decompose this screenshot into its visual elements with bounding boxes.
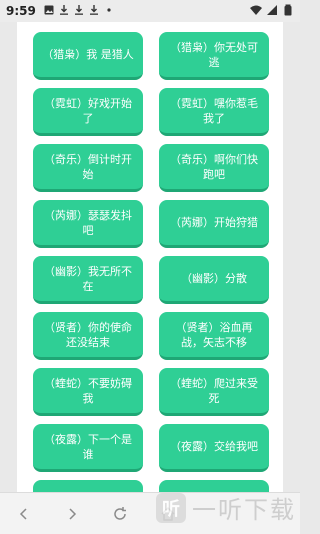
forward-icon[interactable] [48,493,96,534]
status-time: 9:59 [6,4,36,18]
voice-button-grid: （猎枭）我 是猎人 （猎枭）你无处可逃 （霓虹）好戏开始了 （霓虹）嘿你惹毛我了… [33,32,269,492]
download-icon [89,4,99,18]
voice-button[interactable]: （贤者）你的使命还没结束 [33,312,143,360]
voice-button[interactable]: （奇乐）倒计时开始 [33,144,143,192]
back-icon[interactable] [0,493,48,534]
voice-button[interactable]: （夜露）下一个是谁 [33,424,143,472]
voice-button[interactable]: （幽影）分散 [159,256,269,304]
voice-button[interactable]: （蝰蛇）爬过来受死 [159,368,269,416]
download-icon [59,4,69,18]
voice-button[interactable] [33,480,143,492]
status-bar: 9:59 [0,0,300,22]
content-page: （猎枭）我 是猎人 （猎枭）你无处可逃 （霓虹）好戏开始了 （霓虹）嘿你惹毛我了… [17,22,283,492]
watermark: 听 一听下载 [156,490,296,525]
voice-button[interactable]: （猎枭）我 是猎人 [33,32,143,80]
voice-button[interactable]: （蝰蛇）不要妨碍我 [33,368,143,416]
voice-button[interactable]: （猎枭）你无处可逃 [159,32,269,80]
voice-button[interactable]: （芮娜）瑟瑟发抖吧 [33,200,143,248]
voice-button[interactable]: （夜露）交给我吧 [159,424,269,472]
wifi-icon [250,4,262,19]
watermark-text: 一听下载 [192,496,296,524]
voice-button[interactable]: （幽影）我无所不在 [33,256,143,304]
voice-button[interactable]: （奇乐）啊你们快跑吧 [159,144,269,192]
dot-icon [104,4,114,18]
voice-button[interactable]: （贤者）浴血再战，矢志不移 [159,312,269,360]
voice-button[interactable]: （霓虹）嘿你惹毛我了 [159,88,269,136]
system-icons [250,4,294,19]
refresh-icon[interactable] [96,493,144,534]
battery-icon [282,4,294,19]
notification-icons [44,4,114,18]
gallery-icon [44,4,54,18]
voice-button[interactable]: （霓虹）好戏开始了 [33,88,143,136]
watermark-logo: 听 [156,492,186,523]
signal-icon [266,4,278,19]
voice-button[interactable]: （芮娜）开始狩猎 [159,200,269,248]
download-icon [74,4,84,18]
